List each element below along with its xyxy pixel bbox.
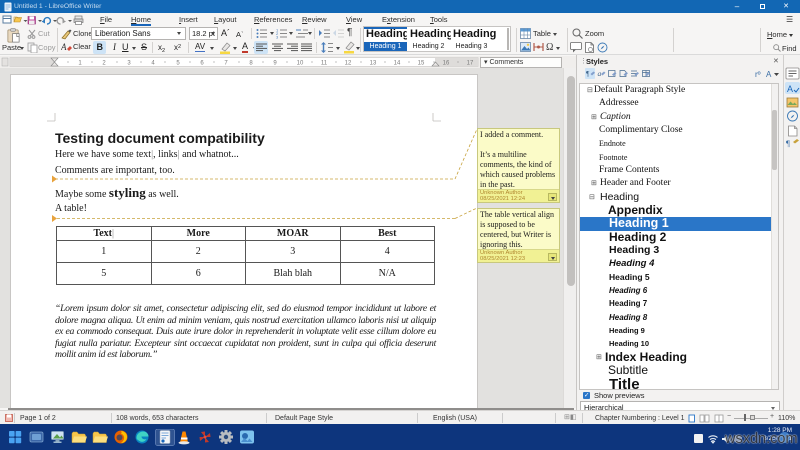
svg-text:¶: ¶ (586, 69, 590, 78)
svg-text:12: 12 (345, 61, 352, 67)
svg-text:A: A (766, 70, 772, 79)
svg-text:10: 10 (297, 61, 304, 67)
svg-text:16: 16 (443, 61, 450, 67)
svg-text:A: A (61, 42, 67, 52)
svg-text:a: a (598, 69, 602, 78)
svg-text:rº: rº (755, 70, 761, 79)
svg-text:3: 3 (276, 35, 279, 40)
svg-text:A: A (787, 84, 793, 94)
svg-text:17: 17 (467, 61, 474, 67)
svg-text:15: 15 (418, 61, 425, 67)
svg-text:11: 11 (321, 61, 328, 67)
svg-text:¶: ¶ (786, 138, 790, 148)
svg-text:13: 13 (370, 61, 377, 67)
svg-text:14: 14 (394, 61, 401, 67)
